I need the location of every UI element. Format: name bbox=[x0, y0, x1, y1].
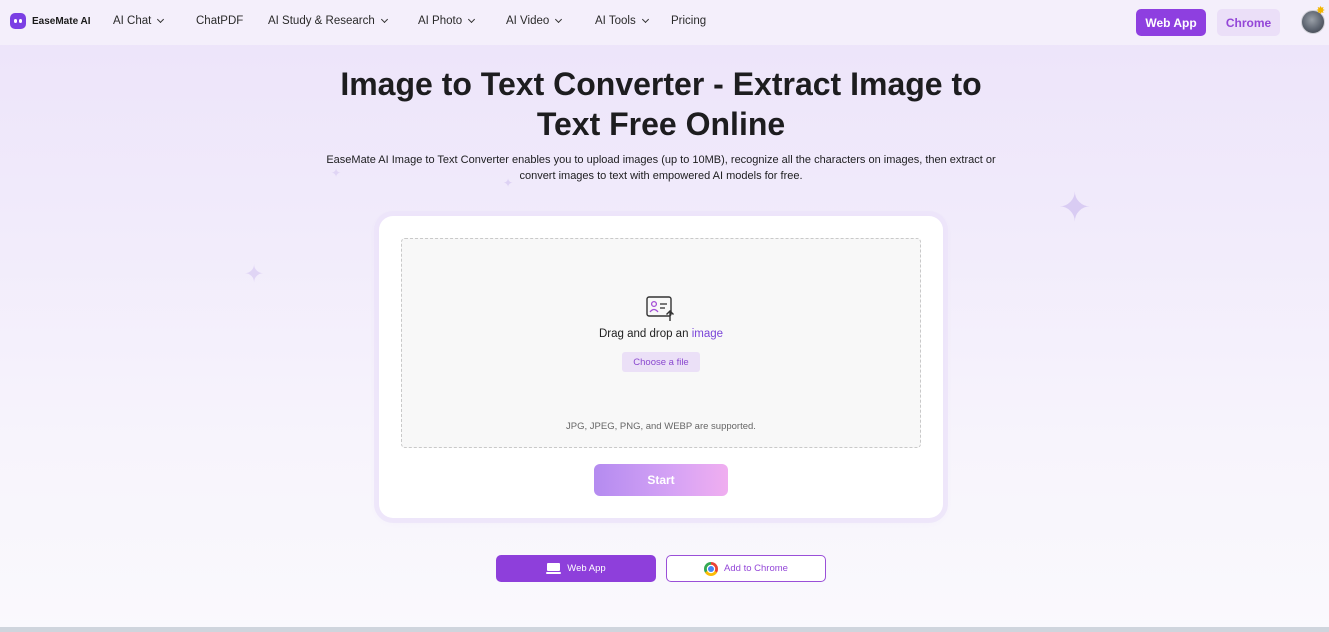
drag-drop-image-link: image bbox=[691, 328, 724, 340]
nav-chatpdf[interactable]: ChatPDF bbox=[196, 15, 243, 27]
drag-drop-label: Drag and drop an bbox=[598, 328, 689, 340]
chrome-button[interactable]: Chrome bbox=[1217, 9, 1280, 36]
nav-label: ChatPDF bbox=[196, 15, 244, 27]
page-title: Image to Text Converter - Extract Image … bbox=[300, 64, 1022, 144]
nav-label: AI Tools bbox=[595, 15, 636, 27]
drag-drop-text: Drag and drop an image bbox=[401, 328, 921, 340]
supported-formats-text: JPG, JPEG, PNG, and WEBP are supported. bbox=[566, 421, 756, 432]
nav-ai-tools[interactable]: AI Tools bbox=[595, 15, 649, 27]
nav-label: AI Study & Research bbox=[268, 15, 375, 27]
nav-label: Pricing bbox=[671, 15, 707, 27]
nav-label: AI Photo bbox=[418, 15, 463, 27]
chevron-down-icon bbox=[555, 15, 563, 24]
nav-label: AI Chat bbox=[113, 15, 152, 27]
choose-file-button[interactable]: Choose a file bbox=[622, 352, 700, 372]
page-bottom-edge bbox=[0, 627, 1329, 632]
page-title-line-2: Text Free Online bbox=[536, 106, 786, 142]
chevron-down-icon bbox=[157, 15, 165, 24]
sparkle-icon: ✦ bbox=[1058, 186, 1092, 230]
chevron-down-icon bbox=[380, 15, 388, 24]
sparkle-icon: ✦ bbox=[244, 261, 265, 288]
top-navigation-bar: EaseMate AI AI Chat ChatPDF AI Study & R… bbox=[0, 0, 1329, 45]
chrome-icon bbox=[704, 561, 719, 576]
nav-ai-chat[interactable]: AI Chat bbox=[113, 15, 165, 27]
brand-logo[interactable]: EaseMate AI bbox=[10, 13, 91, 29]
chevron-down-icon bbox=[468, 15, 476, 24]
page-subtitle: EaseMate AI Image to Text Converter enab… bbox=[320, 152, 1002, 184]
robot-face-icon bbox=[10, 13, 26, 29]
image-dropzone[interactable] bbox=[401, 238, 921, 448]
start-button[interactable]: Start bbox=[594, 464, 728, 496]
laptop-icon bbox=[546, 563, 562, 574]
page-subtitle-line-2: convert images to text with empowered AI… bbox=[519, 170, 803, 182]
add-to-chrome-button[interactable]: Add to Chrome bbox=[666, 555, 826, 582]
brand-name: EaseMate AI bbox=[32, 15, 91, 27]
page-subtitle-line-1: EaseMate AI Image to Text Converter enab… bbox=[326, 154, 996, 166]
web-app-cta-button[interactable]: Web App bbox=[496, 555, 656, 582]
nav-ai-photo[interactable]: AI Photo bbox=[418, 15, 476, 27]
nav-ai-study-research[interactable]: AI Study & Research bbox=[268, 15, 388, 27]
web-app-button[interactable]: Web App bbox=[1136, 9, 1206, 36]
nav-ai-video[interactable]: AI Video bbox=[506, 15, 563, 27]
web-app-cta-label: Web App bbox=[567, 563, 606, 574]
nav-pricing[interactable]: Pricing bbox=[671, 15, 706, 27]
crown-badge-icon: ✸ bbox=[1316, 5, 1326, 17]
chevron-down-icon bbox=[641, 15, 649, 24]
add-to-chrome-label: Add to Chrome bbox=[724, 563, 788, 574]
page-title-line-1: Image to Text Converter - Extract Image … bbox=[340, 66, 982, 102]
image-upload-icon bbox=[646, 296, 674, 321]
nav-label: AI Video bbox=[506, 15, 550, 27]
